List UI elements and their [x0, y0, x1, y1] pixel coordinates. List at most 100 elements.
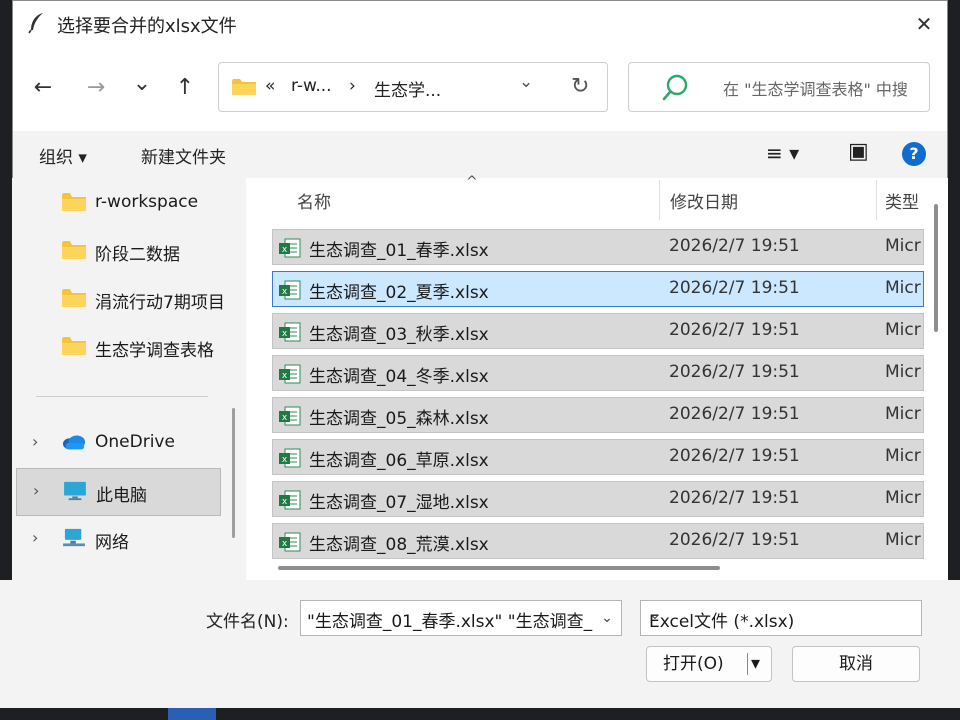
column-header-name[interactable]: 名称: [297, 188, 331, 213]
new-folder-button[interactable]: 新建文件夹: [141, 143, 226, 168]
column-header-modified[interactable]: 修改日期: [670, 188, 738, 213]
column-divider[interactable]: [876, 180, 877, 220]
column-header-type[interactable]: 类型: [885, 188, 919, 213]
sidebar-item-label: 网络: [95, 533, 129, 553]
breadcrumb-r-workspace[interactable]: r-w...: [291, 76, 332, 96]
svg-text:x: x: [282, 329, 288, 339]
file-modified: 2026/2/7 19:51: [669, 446, 800, 466]
file-list-horizontal-scrollbar[interactable]: [278, 566, 720, 570]
file-name: 生态调查_05_森林.xlsx: [309, 409, 489, 429]
file-type: Micr: [885, 530, 921, 550]
excel-file-icon: x: [279, 322, 301, 342]
excel-file-icon: x: [279, 280, 301, 300]
folder-icon: [62, 289, 86, 307]
chevron-right-icon[interactable]: ›: [32, 432, 38, 451]
file-row[interactable]: x 生态调查_02_夏季.xlsx 2026/2/7 19:51 Micr: [272, 271, 924, 307]
search-placeholder: 在 "生态学调查表格" 中搜: [723, 80, 908, 99]
file-row[interactable]: x 生态调查_05_森林.xlsx 2026/2/7 19:51 Micr: [272, 397, 924, 433]
breadcrumb-separator: ›: [349, 76, 356, 96]
open-button-label[interactable]: 打开(O): [663, 647, 724, 681]
excel-file-icon: x: [279, 364, 301, 384]
file-type-filter[interactable]: Excel文件 (*.xlsx) ⌄: [640, 600, 922, 636]
computer-icon: [64, 481, 86, 501]
file-row[interactable]: x 生态调查_06_草原.xlsx 2026/2/7 19:51 Micr: [272, 439, 924, 475]
file-row[interactable]: x 生态调查_01_春季.xlsx 2026/2/7 19:51 Micr: [272, 229, 924, 265]
file-list-vertical-scrollbar[interactable]: [934, 204, 938, 332]
column-divider[interactable]: [659, 180, 660, 220]
chevron-right-icon[interactable]: ›: [32, 528, 38, 547]
file-type: Micr: [885, 446, 921, 466]
chevron-down-icon[interactable]: ⌄: [593, 601, 621, 635]
file-modified: 2026/2/7 19:51: [669, 320, 800, 340]
sidebar-item-trickle-project[interactable]: 涓流行动7期项目: [12, 278, 236, 322]
address-dropdown-icon[interactable]: ⌄: [519, 72, 533, 92]
file-modified: 2026/2/7 19:51: [669, 404, 800, 424]
up-button[interactable]: ↑: [170, 76, 200, 100]
preview-pane-icon[interactable]: ▣: [848, 139, 869, 164]
file-row[interactable]: x 生态调查_08_荒漠.xlsx 2026/2/7 19:51 Micr: [272, 523, 924, 559]
svg-text:x: x: [282, 371, 288, 381]
file-modified: 2026/2/7 19:51: [669, 278, 800, 298]
open-dropdown-icon[interactable]: ▾: [751, 647, 760, 681]
refresh-icon[interactable]: ↻: [571, 74, 589, 99]
sidebar-divider: [36, 396, 208, 397]
forward-button[interactable]: →: [81, 76, 111, 100]
svg-text:x: x: [282, 497, 288, 507]
file-name: 生态调查_04_冬季.xlsx: [309, 367, 489, 387]
sidebar-item-stage2-data[interactable]: 阶段二数据: [12, 230, 236, 274]
sidebar-item-network[interactable]: › 网络: [12, 518, 236, 562]
excel-file-icon: x: [279, 448, 301, 468]
open-button[interactable]: 打开(O) ▾: [646, 646, 772, 682]
file-row[interactable]: x 生态调查_03_秋季.xlsx 2026/2/7 19:51 Micr: [272, 313, 924, 349]
svg-text:x: x: [282, 539, 288, 549]
sidebar-item-this-pc[interactable]: › 此电脑: [16, 468, 221, 516]
cloud-icon: [62, 435, 86, 450]
sidebar-item-label: 生态学调查表格: [95, 341, 214, 361]
breadcrumb-current-folder[interactable]: 生态学...: [374, 76, 441, 101]
organize-menu[interactable]: 组织 ▾: [39, 143, 87, 168]
filename-label: 文件名(N):: [206, 612, 289, 632]
navigation-pane: r-workspace 阶段二数据 涓流行动7期项目 生态学调查表格 › One…: [12, 178, 236, 580]
file-type: Micr: [885, 362, 921, 382]
folder-icon: [62, 337, 86, 355]
sidebar-item-r-workspace[interactable]: r-workspace: [12, 182, 236, 226]
file-name: 生态调查_02_夏季.xlsx: [309, 283, 489, 303]
search-icon: [662, 74, 688, 101]
open-split-divider: [747, 653, 748, 675]
sidebar-item-label: r-workspace: [95, 192, 199, 212]
file-modified: 2026/2/7 19:51: [669, 488, 800, 508]
file-name: 生态调查_03_秋季.xlsx: [309, 325, 489, 345]
folder-icon: [62, 241, 86, 259]
sort-ascending-icon: ^: [466, 174, 478, 190]
sidebar-item-onedrive[interactable]: › OneDrive: [12, 422, 236, 466]
filename-input[interactable]: "生态调查_01_春季.xlsx" "生态调查_ ⌄: [300, 600, 622, 636]
recent-locations-button[interactable]: ⌄: [127, 72, 157, 96]
cancel-button[interactable]: 取消: [792, 646, 920, 682]
folder-icon: [232, 79, 256, 95]
sidebar-item-ecology-tables[interactable]: 生态学调查表格: [12, 326, 236, 370]
file-row[interactable]: x 生态调查_04_冬季.xlsx 2026/2/7 19:51 Micr: [272, 355, 924, 391]
search-box[interactable]: 在 "生态学调查表格" 中搜: [628, 62, 930, 112]
close-button[interactable]: ✕: [901, 1, 947, 47]
file-modified: 2026/2/7 19:51: [669, 236, 800, 256]
excel-file-icon: x: [279, 406, 301, 426]
sidebar-item-label: OneDrive: [95, 432, 175, 452]
address-bar[interactable]: « r-w... › 生态学... ⌄ ↻: [218, 62, 608, 112]
help-icon[interactable]: ?: [902, 142, 926, 166]
view-options-button[interactable]: ≡ ▾: [766, 141, 799, 165]
network-icon: [63, 528, 85, 547]
title-bar: 选择要合并的xlsx文件 ✕: [13, 1, 947, 47]
filename-value[interactable]: "生态调查_01_春季.xlsx" "生态调查_: [307, 607, 592, 632]
feather-icon: [28, 13, 43, 34]
folder-icon: [62, 193, 86, 211]
file-row[interactable]: x 生态调查_07_湿地.xlsx 2026/2/7 19:51 Micr: [272, 481, 924, 517]
chevron-right-icon[interactable]: ›: [33, 481, 39, 500]
file-name: 生态调查_01_春季.xlsx: [309, 241, 489, 261]
back-button[interactable]: ←: [28, 76, 58, 100]
chevron-down-icon[interactable]: ⌄: [649, 607, 913, 623]
excel-file-icon: x: [279, 238, 301, 258]
file-type: Micr: [885, 320, 921, 340]
address-overflow[interactable]: «: [265, 76, 275, 96]
sidebar-scrollbar[interactable]: [232, 408, 235, 538]
window-title: 选择要合并的xlsx文件: [57, 16, 237, 37]
